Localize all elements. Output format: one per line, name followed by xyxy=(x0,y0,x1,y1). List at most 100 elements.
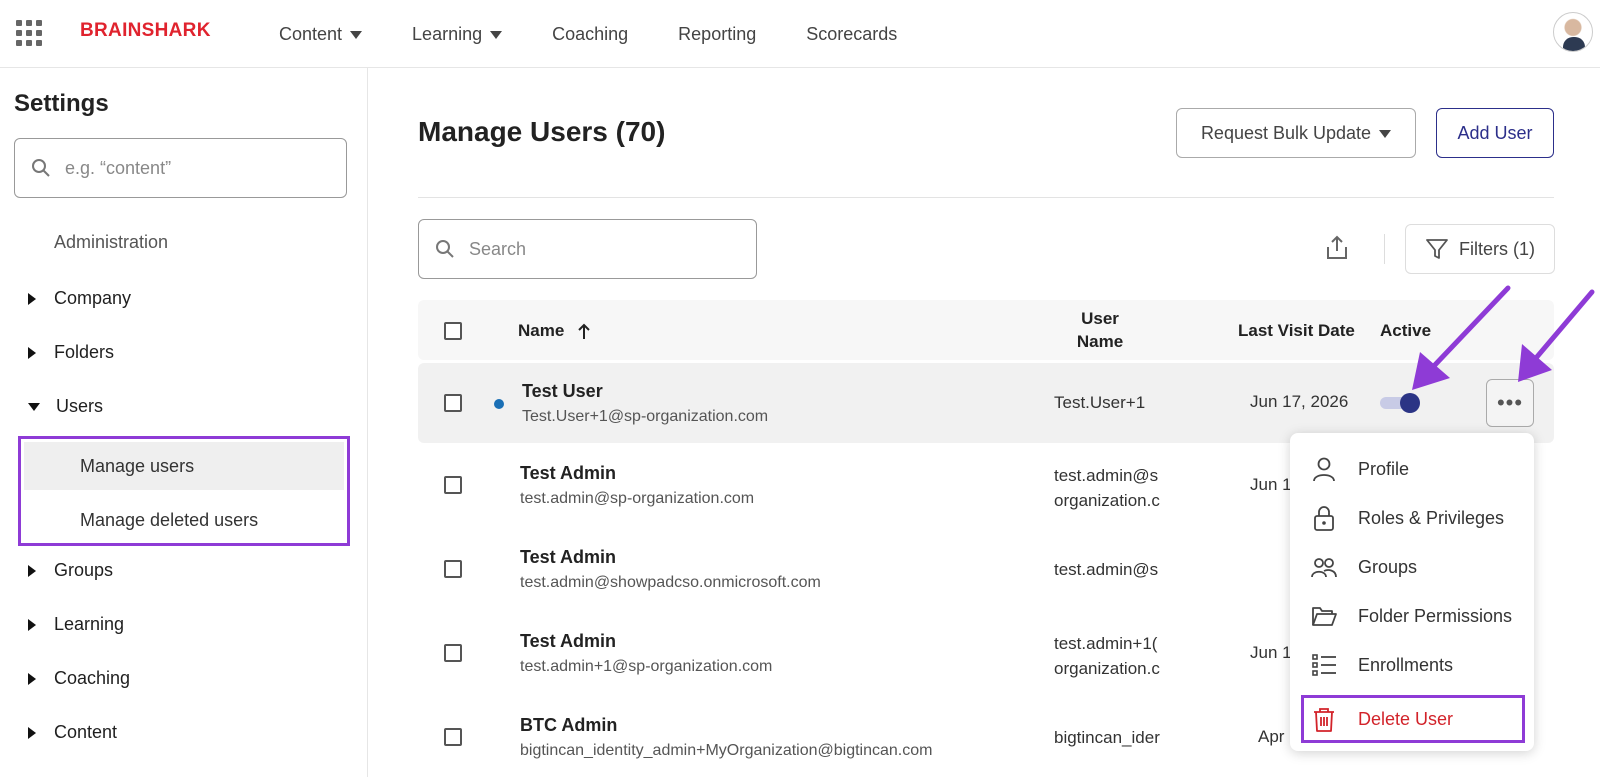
nav-label: Content xyxy=(279,23,343,44)
request-bulk-update-button[interactable]: Request Bulk Update xyxy=(1176,108,1416,158)
menu-item-delete-user[interactable]: Delete User xyxy=(1290,697,1534,741)
expand-arrow-icon xyxy=(28,726,36,739)
toggle-knob xyxy=(1400,393,1420,413)
sidebar-item-users[interactable]: Users xyxy=(28,396,103,417)
folder-open-icon xyxy=(1312,607,1337,626)
sidebar-item-label: Company xyxy=(54,288,132,308)
sidebar-item-learning[interactable]: Learning xyxy=(28,614,124,635)
table-header: Name User Name Last Visit Date Active xyxy=(418,300,1554,360)
row-checkbox[interactable] xyxy=(444,394,462,412)
last-visit-date: Jun 1 xyxy=(1250,475,1292,494)
expand-arrow-icon xyxy=(28,564,36,577)
person-icon xyxy=(1313,457,1335,482)
top-navigation-bar: BRAINSHARK Content Learning Coaching Rep… xyxy=(0,0,1600,68)
username-line: test.admin+1( xyxy=(1054,634,1158,653)
sort-ascending-icon xyxy=(578,323,591,339)
user-search-field[interactable] xyxy=(418,219,757,279)
filters-label: Filters (1) xyxy=(1459,238,1535,259)
sidebar-subitem-manage-deleted-users[interactable]: Manage deleted users xyxy=(24,496,344,544)
main-nav: Content Learning Coaching Reporting Scor… xyxy=(279,0,947,68)
lock-icon xyxy=(1314,506,1334,531)
add-user-button[interactable]: Add User xyxy=(1436,108,1554,158)
nav-label: Reporting xyxy=(678,23,757,44)
last-visit-date: Jun 1 xyxy=(1250,643,1292,662)
menu-item-label: Enrollments xyxy=(1358,654,1454,675)
search-icon xyxy=(436,240,454,258)
users-submenu-highlight: Manage users Manage deleted users xyxy=(18,436,350,546)
sidebar-item-label: Groups xyxy=(54,560,114,580)
sidebar-item-label: Coaching xyxy=(54,668,131,688)
expand-arrow-icon xyxy=(28,618,36,631)
sidebar-subitem-manage-users[interactable]: Manage users xyxy=(24,442,344,490)
collapse-arrow-icon xyxy=(28,402,40,411)
user-username: Test.User+1 xyxy=(1054,393,1146,412)
status-dot xyxy=(494,399,504,409)
last-visit-date: Apr xyxy=(1258,727,1285,746)
sidebar-item-company[interactable]: Company xyxy=(28,288,131,309)
menu-item-roles-privileges[interactable]: Roles & Privileges xyxy=(1290,496,1534,540)
sidebar-item-coaching[interactable]: Coaching xyxy=(28,668,130,689)
user-name[interactable]: Test Admin xyxy=(520,631,616,652)
sidebar-section-administration: Administration xyxy=(54,232,169,252)
table-row[interactable]: Test User Test.User+1@sp-organization.co… xyxy=(418,363,1554,443)
menu-item-folder-permissions[interactable]: Folder Permissions xyxy=(1290,594,1534,638)
user-name[interactable]: Test User xyxy=(522,381,603,402)
sidebar-search-field[interactable] xyxy=(14,138,347,198)
sidebar-item-groups[interactable]: Groups xyxy=(28,560,113,581)
user-username: test.admin@s organization.c xyxy=(1054,463,1166,513)
sidebar-item-content[interactable]: Content xyxy=(28,722,117,743)
column-label-line: User xyxy=(1081,309,1119,328)
filters-button[interactable]: Filters (1) xyxy=(1405,224,1555,274)
column-header-last-visit[interactable]: Last Visit Date xyxy=(1238,321,1355,341)
menu-item-profile[interactable]: Profile xyxy=(1290,447,1534,491)
sidebar-item-label: Content xyxy=(54,722,118,742)
nav-label: Coaching xyxy=(552,23,629,44)
active-toggle[interactable] xyxy=(1380,393,1424,413)
menu-item-label: Folder Permissions xyxy=(1358,605,1513,626)
user-email: Test.User+1@sp-organization.com xyxy=(522,408,769,425)
column-header-name[interactable]: Name xyxy=(518,321,592,341)
export-icon[interactable] xyxy=(1323,234,1351,262)
filter-icon xyxy=(1426,239,1448,259)
sidebar-search-input[interactable] xyxy=(65,157,305,179)
user-username: bigtincan_ider xyxy=(1054,728,1160,747)
user-username: test.admin@s xyxy=(1054,560,1159,579)
more-actions-button[interactable]: ••• xyxy=(1486,379,1534,427)
nav-coaching[interactable]: Coaching xyxy=(552,24,628,45)
menu-item-groups[interactable]: Groups xyxy=(1290,545,1534,589)
brand-logo[interactable]: BRAINSHARK xyxy=(80,20,211,42)
caret-down-icon xyxy=(350,31,363,39)
user-email: test.admin+1@sp-organization.com xyxy=(520,658,773,675)
button-label: Request Bulk Update xyxy=(1200,122,1372,143)
sidebar-item-label: Folders xyxy=(54,342,115,362)
row-checkbox[interactable] xyxy=(444,728,462,746)
user-name[interactable]: Test Admin xyxy=(520,547,616,568)
last-visit-date: Jun 17, 2026 xyxy=(1250,392,1349,411)
column-label: Name xyxy=(518,321,565,340)
user-name[interactable]: BTC Admin xyxy=(520,715,617,736)
column-header-username[interactable]: User Name xyxy=(1040,307,1160,353)
search-icon xyxy=(32,159,50,177)
nav-reporting[interactable]: Reporting xyxy=(678,24,756,45)
sidebar-item-folders[interactable]: Folders xyxy=(28,342,114,363)
user-name[interactable]: Test Admin xyxy=(520,463,616,484)
username-line: test.admin@s xyxy=(1054,466,1159,485)
nav-content[interactable]: Content xyxy=(279,23,363,45)
row-checkbox[interactable] xyxy=(444,476,462,494)
list-icon xyxy=(1312,654,1336,676)
user-avatar[interactable] xyxy=(1553,12,1593,52)
nav-learning[interactable]: Learning xyxy=(412,24,503,45)
row-checkbox[interactable] xyxy=(444,644,462,662)
user-search-input[interactable] xyxy=(469,238,709,260)
sidebar-item-label: Learning xyxy=(54,614,125,634)
column-label-line: Name xyxy=(1076,332,1124,351)
row-checkbox[interactable] xyxy=(444,560,462,578)
column-header-active[interactable]: Active xyxy=(1380,321,1431,341)
menu-item-label: Groups xyxy=(1358,556,1418,577)
expand-arrow-icon xyxy=(28,672,36,685)
select-all-checkbox[interactable] xyxy=(444,322,462,340)
menu-item-enrollments[interactable]: Enrollments xyxy=(1290,643,1534,687)
app-grid-icon[interactable] xyxy=(16,20,42,46)
sidebar-item-label: Users xyxy=(56,396,104,416)
nav-scorecards[interactable]: Scorecards xyxy=(806,24,897,45)
